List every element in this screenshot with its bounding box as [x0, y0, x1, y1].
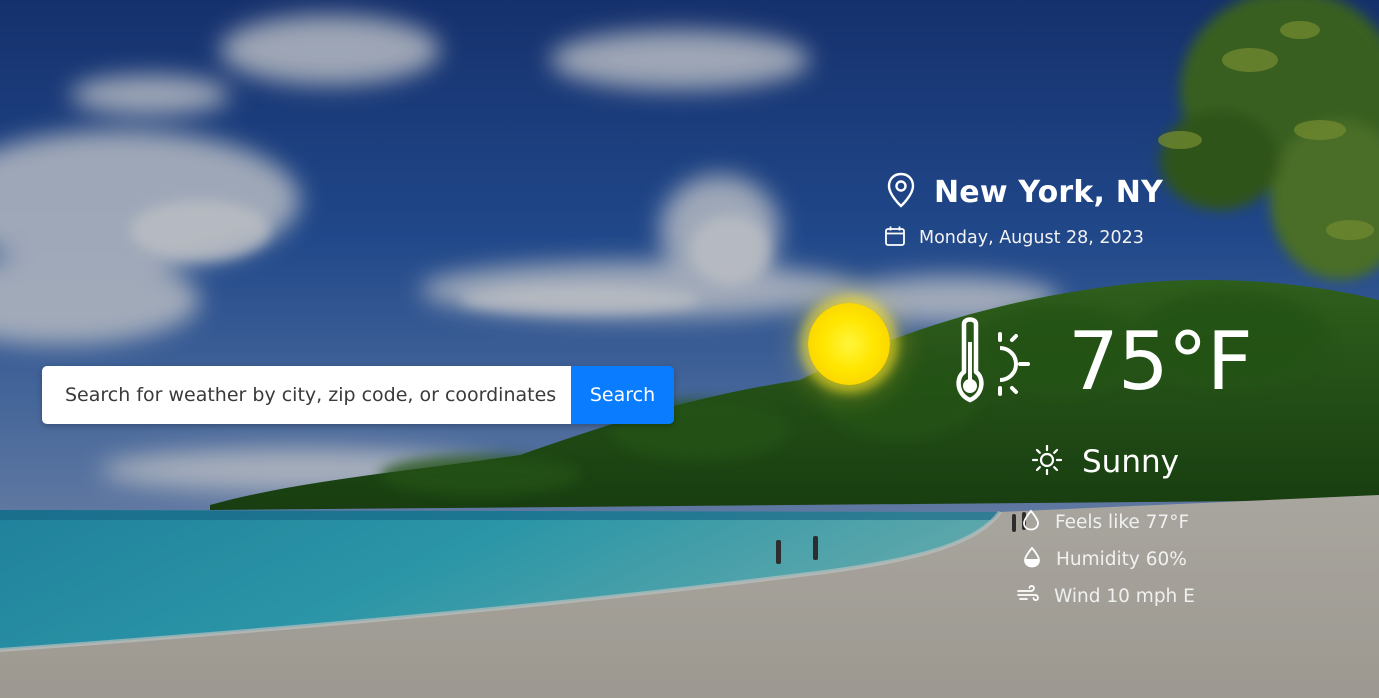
feels-like-row: Feels like 77°F	[1021, 509, 1189, 536]
map-pin-icon	[886, 172, 916, 212]
date-text: Monday, August 28, 2023	[919, 228, 1144, 248]
thermometer-sun-icon	[950, 312, 1038, 412]
temperature-row: 75°F	[950, 312, 1253, 412]
wind-icon	[1016, 583, 1040, 610]
droplet-half-icon	[1022, 546, 1042, 573]
weather-app: Search New York, NY Monday, Aug	[0, 0, 1379, 698]
wind-row: Wind 10 mph E	[1016, 583, 1195, 610]
location-row: New York, NY	[886, 172, 1163, 212]
sun-icon	[1031, 444, 1063, 480]
humidity-text: Humidity 60%	[1056, 549, 1187, 570]
feels-like-text: Feels like 77°F	[1055, 512, 1190, 533]
droplet-outline-icon	[1021, 509, 1041, 536]
humidity-row: Humidity 60%	[1022, 546, 1187, 573]
temperature-value: 75°F	[1068, 315, 1253, 408]
condition-row: Sunny	[1031, 444, 1179, 480]
search-bar: Search	[42, 366, 674, 424]
sun-graphic	[808, 303, 890, 385]
search-button[interactable]: Search	[571, 366, 674, 424]
location-name: New York, NY	[934, 174, 1164, 210]
condition-text: Sunny	[1082, 444, 1179, 480]
calendar-icon	[884, 225, 906, 251]
search-input[interactable]	[42, 366, 571, 424]
date-row: Monday, August 28, 2023	[884, 225, 1144, 251]
wind-text: Wind 10 mph E	[1054, 586, 1195, 607]
